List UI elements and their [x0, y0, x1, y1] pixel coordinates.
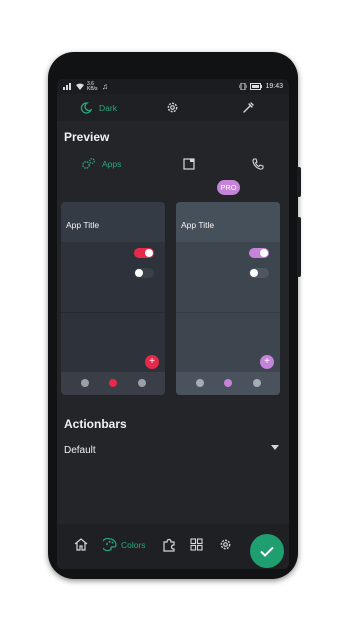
dashboard-icon: [190, 538, 203, 551]
top-toolbar: Dark: [57, 94, 289, 121]
preview-title: Preview: [64, 130, 110, 144]
signal-icon: [63, 83, 71, 90]
moon-icon: [80, 101, 92, 114]
card-divider: [61, 312, 165, 313]
nav-settings[interactable]: [219, 538, 232, 556]
volume-button: [297, 167, 301, 197]
card-body: [176, 242, 280, 372]
home-icon: [74, 538, 88, 551]
battery-icon: [250, 83, 263, 90]
preview-card-free[interactable]: App Title +: [61, 202, 165, 395]
color-picker-button[interactable]: [242, 94, 255, 121]
nav-dot: [81, 379, 89, 387]
apply-button[interactable]: [250, 534, 284, 568]
gear-icon: [220, 539, 231, 550]
nav-dot: [138, 379, 146, 387]
nav-dot: [196, 379, 204, 387]
card-divider: [176, 312, 280, 313]
pro-badge: PRO: [217, 180, 240, 195]
toggle-off: [249, 268, 269, 278]
nav-dot-active: [109, 379, 117, 387]
actionbar-select[interactable]: Default: [64, 440, 282, 456]
network-speed: 3.6 KB/s: [87, 80, 98, 92]
tab-widgets[interactable]: [183, 157, 195, 175]
nav-colors-label: Colors: [121, 539, 146, 550]
theme-label: Dark: [99, 102, 117, 113]
actionbar-selected-value: Default: [64, 445, 96, 456]
card-app-title: App Title: [181, 220, 215, 230]
window-icon: [183, 158, 195, 170]
nav-dot-active: [224, 379, 232, 387]
nav-dot: [253, 379, 261, 387]
card-header: App Title: [176, 202, 280, 242]
theme-toggle[interactable]: Dark: [80, 94, 117, 121]
nav-plugins[interactable]: [162, 538, 176, 557]
tab-dialer[interactable]: [252, 157, 264, 175]
screen: 3.6 KB/s ♫ 19:43 Dark Preview Apps PRO A…: [57, 79, 289, 569]
card-nav: [61, 372, 165, 395]
puzzle-icon: [163, 538, 175, 552]
settings-button[interactable]: [166, 94, 179, 121]
check-icon: [260, 546, 274, 557]
power-button: [297, 217, 301, 277]
card-app-title: App Title: [66, 220, 100, 230]
preview-card-pro[interactable]: App Title +: [176, 202, 280, 395]
mini-fab: +: [260, 355, 274, 369]
palette-icon: [103, 538, 117, 551]
tab-apps-label: Apps: [102, 158, 122, 169]
actionbars-title: Actionbars: [64, 417, 127, 431]
music-icon: ♫: [102, 82, 108, 91]
card-nav: [176, 372, 280, 395]
mini-fab: +: [145, 355, 159, 369]
vibrate-icon: [239, 83, 248, 90]
eyedropper-icon: [243, 102, 254, 113]
toggle-off: [134, 268, 154, 278]
nav-home[interactable]: [74, 538, 88, 556]
status-bar: 3.6 KB/s ♫ 19:43: [57, 79, 289, 94]
phone-icon: [252, 158, 264, 170]
nav-colors[interactable]: Colors: [103, 538, 146, 551]
toggle-on: [249, 248, 269, 258]
nav-widgets[interactable]: [190, 538, 203, 556]
card-header: App Title: [61, 202, 165, 242]
wifi-icon: [76, 83, 84, 90]
phone-frame: 3.6 KB/s ♫ 19:43 Dark Preview Apps PRO A…: [48, 52, 301, 579]
card-body: [61, 242, 165, 372]
chevron-down-icon: [271, 445, 279, 450]
gear-icon: [167, 102, 178, 113]
gears-icon: [82, 158, 95, 169]
clock: 19:43: [265, 83, 283, 90]
tab-apps[interactable]: Apps: [81, 157, 121, 170]
preview-tabs: Apps: [57, 155, 289, 177]
toggle-on: [134, 248, 154, 258]
